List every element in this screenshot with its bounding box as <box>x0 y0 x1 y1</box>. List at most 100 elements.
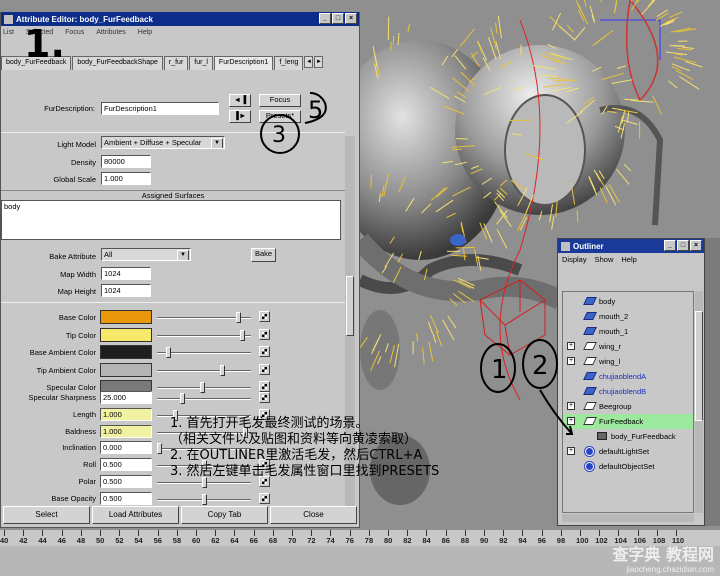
timeline-tick-label: 64 <box>230 536 239 545</box>
numeric-attr-label: Roll <box>83 460 96 470</box>
numeric-slider[interactable] <box>157 477 251 488</box>
watermark-url: jiaocheng.chazidian.com <box>626 565 714 574</box>
select-input-button[interactable]: ◄▐ <box>229 94 251 107</box>
color-swatch[interactable] <box>100 327 152 342</box>
fur-strand <box>558 25 576 41</box>
color-swatch[interactable] <box>100 310 152 324</box>
density-field[interactable]: 80000 <box>101 155 151 168</box>
tab-fur_l[interactable]: fur_l <box>189 56 213 70</box>
minimize-icon[interactable]: _ <box>664 240 676 251</box>
slider-knob[interactable] <box>239 329 245 341</box>
numeric-attr-field[interactable]: 25.000 <box>100 391 152 404</box>
outliner-horizontal-scrollbar[interactable] <box>562 514 694 522</box>
color-slider[interactable] <box>157 312 251 323</box>
map-texture-icon[interactable] <box>259 381 270 392</box>
fur-strand <box>483 223 493 243</box>
scrollbar-thumb[interactable] <box>346 276 354 336</box>
global-scale-field[interactable]: 1.000 <box>101 172 151 185</box>
map-height-field[interactable]: 1024 <box>101 284 151 297</box>
instruction-line: 2. 在OUTLINER里激活毛发，然后CTRL+A <box>170 448 423 463</box>
slider-knob[interactable] <box>166 347 171 358</box>
slider-knob[interactable] <box>200 382 206 393</box>
chevron-left-icon[interactable]: ◄ <box>304 56 314 68</box>
slider-knob[interactable] <box>220 364 225 376</box>
outliner-vertical-scrollbar[interactable] <box>695 291 703 513</box>
set-icon <box>585 462 594 471</box>
outliner-item[interactable]: + defaultLightSet <box>563 444 693 459</box>
fur-strand <box>488 37 497 60</box>
close-icon[interactable]: × <box>345 13 357 24</box>
ae-menu-list[interactable]: List <box>3 29 14 36</box>
numeric-attr-field[interactable]: 0.500 <box>100 491 152 505</box>
fur-strand <box>675 69 694 80</box>
attribute-editor-footer: Select Load Attributes Copy Tab Close <box>1 506 359 528</box>
color-slider[interactable] <box>157 382 251 393</box>
timeline-tick-label: 62 <box>211 536 220 545</box>
outliner-titlebar[interactable]: Outliner _ □ × <box>558 239 704 253</box>
fur-strand <box>577 3 589 25</box>
numeric-attr-label: Length <box>73 409 96 419</box>
maximize-icon[interactable]: □ <box>677 240 689 251</box>
select-button[interactable]: Select <box>3 506 90 524</box>
map-texture-icon[interactable] <box>259 346 270 357</box>
outliner-menu-display[interactable]: Display <box>562 255 587 264</box>
maximize-icon[interactable]: □ <box>332 13 344 24</box>
color-swatch[interactable] <box>100 362 152 377</box>
density-label: Density <box>70 158 96 167</box>
map-width-field[interactable]: 1024 <box>101 267 151 280</box>
ae-menu-help[interactable]: Help <box>138 29 152 36</box>
minimize-icon[interactable]: _ <box>319 13 331 24</box>
outliner-menu-show[interactable]: Show <box>595 255 614 264</box>
bake-attribute-dropdown[interactable]: All <box>101 248 191 261</box>
chevron-right-icon[interactable]: ► <box>314 56 324 68</box>
fur-strand <box>432 333 437 344</box>
tab-body_furfeedbackshape[interactable]: body_FurFeedbackShape <box>72 56 163 70</box>
load-attributes-button[interactable]: Load Attributes <box>92 506 179 524</box>
assigned-surface-item[interactable]: body <box>4 202 20 211</box>
instructions-text: 1. 首先打开毛发最终测试的场景。 （相关文件以及贴图和资料等向黄凌索取） 2. 在… <box>170 416 570 480</box>
map-texture-icon[interactable] <box>259 363 270 375</box>
color-swatch[interactable] <box>100 345 152 359</box>
slider-knob[interactable] <box>202 493 207 505</box>
slider-knob[interactable] <box>236 312 242 323</box>
ae-menu-focus[interactable]: Focus <box>65 29 84 36</box>
numeric-attr-field[interactable]: 0.500 <box>100 458 152 472</box>
light-model-dropdown[interactable]: Ambient + Diffuse + Specular <box>101 136 225 149</box>
select-output-button[interactable]: ▐► <box>229 110 251 123</box>
map-texture-icon[interactable] <box>259 328 270 340</box>
outliner-item-label: chujiaoblendB <box>599 387 647 396</box>
numeric-attr-field[interactable]: 1.000 <box>100 424 152 438</box>
color-slider[interactable] <box>157 364 251 376</box>
slider-knob[interactable] <box>157 443 162 455</box>
bake-button[interactable]: Bake <box>251 248 276 262</box>
color-attr-label: Base Ambient Color <box>29 348 96 357</box>
outliner-item[interactable]: mouth_2 <box>563 309 693 324</box>
ae-menu-attributes[interactable]: Attributes <box>96 29 126 36</box>
outliner-item[interactable]: body <box>563 294 693 309</box>
numeric-slider[interactable] <box>157 493 251 505</box>
map-texture-icon[interactable] <box>259 392 270 403</box>
numeric-attr-field[interactable]: 1.000 <box>100 407 152 421</box>
assigned-surfaces-list[interactable]: body <box>1 200 341 240</box>
outliner-item-label: wing_l <box>599 357 621 366</box>
close-icon[interactable]: × <box>690 240 702 251</box>
slider-knob[interactable] <box>179 393 185 404</box>
outliner-menu-help[interactable]: Help <box>621 255 636 264</box>
color-slider[interactable] <box>157 347 251 358</box>
scrollbar-thumb[interactable] <box>695 311 703 421</box>
color-slider[interactable] <box>157 329 251 341</box>
outliner-item-label: mouth_2 <box>599 312 629 321</box>
tab-f_leng[interactable]: f_leng <box>274 56 304 70</box>
tab-furdescription1[interactable]: FurDescription1 <box>213 56 274 70</box>
close-button[interactable]: Close <box>270 506 357 524</box>
numeric-attr-field[interactable]: 0.500 <box>100 475 152 488</box>
outliner-item[interactable]: defaultObjectSet <box>563 459 693 474</box>
furdesc-name-field[interactable]: FurDescription1 <box>101 102 219 115</box>
map-texture-icon[interactable] <box>259 311 270 322</box>
tab-r_fur[interactable]: r_fur <box>163 56 189 70</box>
map-texture-icon[interactable] <box>259 492 270 504</box>
copy-tab-button[interactable]: Copy Tab <box>181 506 268 524</box>
timeline-tick-label: 58 <box>172 536 182 545</box>
numeric-attr-field[interactable]: 0.000 <box>100 441 152 455</box>
numeric-slider[interactable] <box>157 393 251 404</box>
